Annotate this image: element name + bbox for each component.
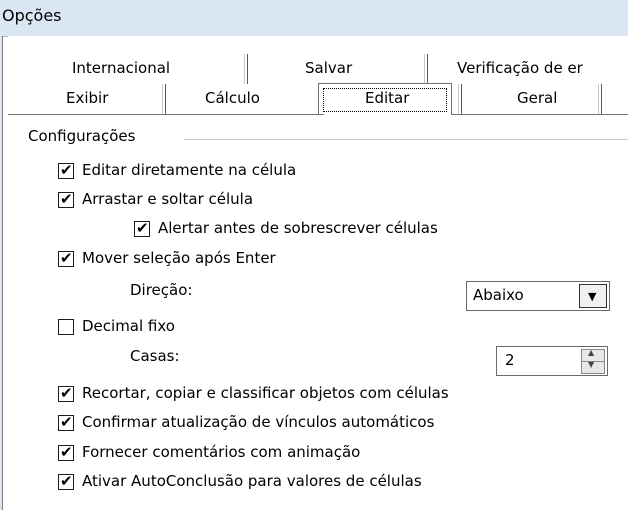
checkbox[interactable]: ✔ <box>58 161 74 179</box>
direction-select[interactable]: Abaixo ▼ <box>466 281 610 311</box>
checkbox[interactable]: ✔ <box>58 413 74 431</box>
option-label: Fornecer comentários com animação <box>82 443 361 461</box>
dialog-title: Opções <box>2 6 62 25</box>
option-label: Alertar antes de sobrescrever células <box>158 219 438 237</box>
tab-label: Geral <box>517 89 558 107</box>
option-label: Confirmar atualização de vínculos automá… <box>82 413 435 431</box>
tab-label: Editar <box>365 89 410 107</box>
check-icon: ✔ <box>60 249 73 267</box>
direction-value: Abaixo <box>473 286 524 304</box>
tab-editar[interactable]: Editar <box>318 83 452 114</box>
option-label: Editar diretamente na célula <box>82 161 297 179</box>
check-icon: ✔ <box>60 190 73 208</box>
check-icon: ✔ <box>60 413 73 431</box>
checkbox[interactable]: ✔ <box>58 249 74 267</box>
check-icon: ✔ <box>136 219 149 237</box>
places-label: Casas: <box>130 347 180 365</box>
tab-separator <box>458 84 462 114</box>
tab-label: Exibir <box>66 89 109 107</box>
tab-label: Internacional <box>72 59 171 77</box>
check-icon: ✔ <box>60 472 73 490</box>
checkbox[interactable]: ✔ <box>58 384 74 402</box>
direction-label: Direção: <box>130 281 193 299</box>
options-dialog: Opções Internacional Salvar Verificação … <box>0 0 628 510</box>
tab-separator <box>162 84 166 114</box>
group-title: Configurações <box>28 127 142 145</box>
option-label: Ativar AutoConclusão para valores de cél… <box>82 472 422 490</box>
window-left-edge <box>0 36 3 510</box>
check-icon: ✔ <box>60 161 73 179</box>
option-label: Mover seleção após Enter <box>82 249 276 267</box>
title-bar: Opções <box>0 0 628 37</box>
checkbox[interactable]: ✔ <box>58 472 74 490</box>
tab-label: Verificação de er <box>457 59 583 77</box>
tab-strip-baseline <box>8 114 628 115</box>
option-label: Decimal fixo <box>82 317 175 335</box>
tab-separator <box>424 54 428 84</box>
check-icon: ✔ <box>60 443 73 461</box>
arrow-up-icon: ▲ <box>588 348 595 357</box>
tab-verificacao[interactable]: Verificação de er <box>457 56 628 84</box>
checkbox[interactable]: ✔ <box>58 190 74 208</box>
checkbox[interactable]: ✔ <box>134 219 150 237</box>
places-value: 2 <box>505 351 515 369</box>
check-icon: ✔ <box>60 384 73 402</box>
checkbox[interactable]: ✔ <box>58 443 74 461</box>
selected-tab-gap <box>324 114 451 115</box>
tab-label: Salvar <box>305 59 353 77</box>
tab-separator <box>244 54 248 84</box>
dropdown-button[interactable]: ▼ <box>579 284 607 308</box>
places-spinner[interactable]: 2 ▲ ▼ <box>496 346 608 376</box>
arrow-down-icon: ▼ <box>588 360 595 369</box>
spin-down-button[interactable]: ▼ <box>581 360 605 374</box>
option-label: Recortar, copiar e classificar objetos c… <box>82 384 449 402</box>
tab-label: Cálculo <box>205 89 260 107</box>
checkbox[interactable] <box>58 319 74 335</box>
group-divider <box>184 139 628 140</box>
option-label: Arrastar e soltar célula <box>82 190 254 208</box>
chevron-down-icon: ▼ <box>588 290 597 303</box>
tab-separator <box>598 84 602 114</box>
